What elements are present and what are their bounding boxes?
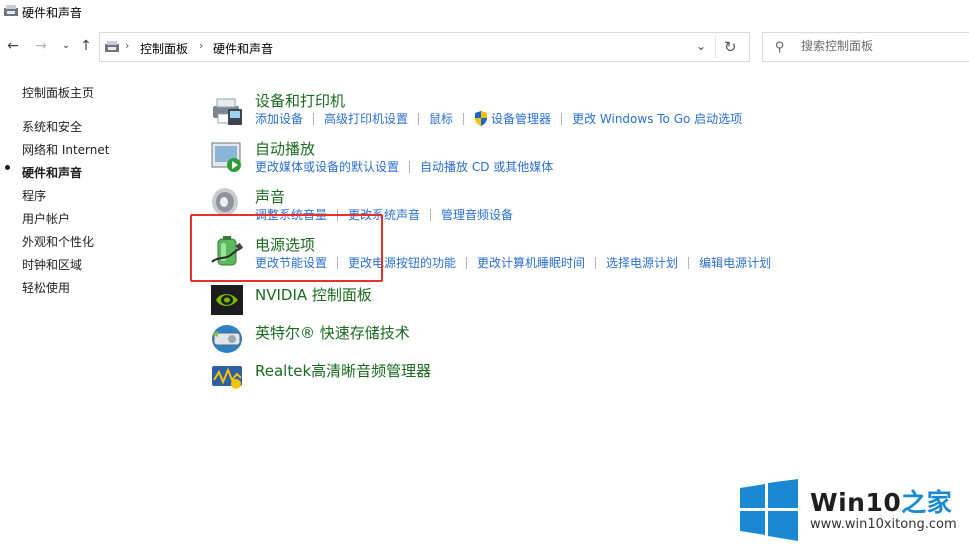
back-arrow-icon[interactable]: ← [5, 38, 21, 54]
link-divider [418, 112, 420, 125]
nav-hardware-sound[interactable]: 硬件和声音 [22, 164, 82, 181]
nav-user-accounts[interactable]: 用户帐户 [22, 210, 70, 227]
link-divider [688, 256, 690, 269]
control-panel-icon [4, 5, 18, 16]
brand-win10: Win10 [810, 488, 902, 517]
autoplay-icon[interactable] [210, 140, 244, 174]
link-mouse[interactable]: 鼠标 [429, 110, 453, 127]
nvidia-icon[interactable] [210, 284, 244, 318]
category-title[interactable]: 英特尔® 快速存储技术 [255, 322, 410, 343]
address-dropdown-icon[interactable]: ⌄ [696, 39, 706, 53]
uac-shield-icon [475, 111, 488, 126]
breadcrumb-hardware-sound[interactable]: 硬件和声音 [213, 40, 273, 57]
printer-icon[interactable] [210, 94, 244, 128]
link-divider [561, 112, 563, 125]
category-title[interactable]: 自动播放 [255, 138, 315, 159]
recent-locations-chevron-icon[interactable]: ⌄ [58, 38, 74, 54]
link-edit-power-plan[interactable]: 编辑电源计划 [699, 254, 771, 271]
realtek-audio-icon[interactable] [210, 360, 244, 394]
title-bar: 硬件和声音 [0, 0, 969, 24]
link-windows-to-go[interactable]: 更改 Windows To Go 启动选项 [572, 110, 742, 127]
breadcrumb-control-panel[interactable]: 控制面板 [140, 40, 188, 57]
navigation-bar: ← → ⌄ ↑ › 控制面板 › 硬件和声音 ⌄ ↻ ⚲ [0, 30, 969, 64]
window-title: 硬件和声音 [22, 6, 83, 20]
intel-storage-icon[interactable] [210, 322, 244, 356]
link-autoplay-cd[interactable]: 自动播放 CD 或其他媒体 [420, 158, 553, 175]
up-arrow-icon[interactable]: ↑ [78, 38, 94, 54]
link-divider [463, 112, 465, 125]
link-divider [409, 160, 411, 173]
watermark-url: www.win10xitong.com [810, 517, 957, 532]
address-bar[interactable]: › 控制面板 › 硬件和声音 ⌄ ↻ [99, 32, 750, 62]
link-divider [595, 256, 597, 269]
highlight-box [190, 214, 383, 282]
forward-arrow-icon[interactable]: → [33, 38, 49, 54]
search-icon: ⚲ [775, 40, 785, 55]
nav-control-panel-home[interactable]: 控制面板主页 [22, 84, 94, 101]
link-divider [466, 256, 468, 269]
watermark: Win10之家 www.win10xitong.com [738, 479, 969, 551]
link-manage-audio-devices[interactable]: 管理音频设备 [441, 206, 513, 223]
control-panel-icon [105, 41, 119, 52]
nav-network-internet[interactable]: 网络和 Internet [22, 141, 109, 158]
watermark-brand: Win10之家 [810, 483, 952, 519]
windows-logo-icon [740, 479, 798, 541]
link-device-manager[interactable]: 设备管理器 [491, 110, 551, 127]
search-input[interactable] [801, 39, 961, 53]
category-title[interactable]: 声音 [255, 186, 285, 207]
category-title[interactable]: Realtek高清晰音频管理器 [255, 360, 431, 381]
brand-zhijia: 之家 [901, 488, 953, 517]
category-title[interactable]: 设备和打印机 [255, 90, 345, 111]
category-title[interactable]: NVIDIA 控制面板 [255, 284, 372, 305]
link-divider [430, 208, 432, 221]
nav-programs[interactable]: 程序 [22, 187, 46, 204]
nav-appearance[interactable]: 外观和个性化 [22, 233, 94, 250]
link-advanced-printer-settings[interactable]: 高级打印机设置 [324, 110, 408, 127]
refresh-icon[interactable]: ↻ [724, 38, 737, 56]
link-add-device[interactable]: 添加设备 [255, 110, 303, 127]
divider [715, 36, 716, 58]
category-links: 更改媒体或设备的默认设置 自动播放 CD 或其他媒体 [255, 158, 553, 175]
breadcrumb-separator-icon[interactable]: › [125, 39, 129, 52]
nav-ease-of-access[interactable]: 轻松使用 [22, 279, 70, 296]
current-section-bullet [5, 165, 10, 170]
link-sleep-time[interactable]: 更改计算机睡眠时间 [477, 254, 585, 271]
link-divider [313, 112, 315, 125]
search-box[interactable]: ⚲ [762, 32, 969, 62]
category-links: 添加设备 高级打印机设置 鼠标 设备管理器 更改 Windows To Go 启… [255, 110, 742, 127]
link-change-default-media-settings[interactable]: 更改媒体或设备的默认设置 [255, 158, 399, 175]
nav-system-security[interactable]: 系统和安全 [22, 118, 82, 135]
nav-clock-region[interactable]: 时钟和区域 [22, 256, 82, 273]
breadcrumb-separator-icon[interactable]: › [199, 39, 203, 52]
link-choose-power-plan[interactable]: 选择电源计划 [606, 254, 678, 271]
